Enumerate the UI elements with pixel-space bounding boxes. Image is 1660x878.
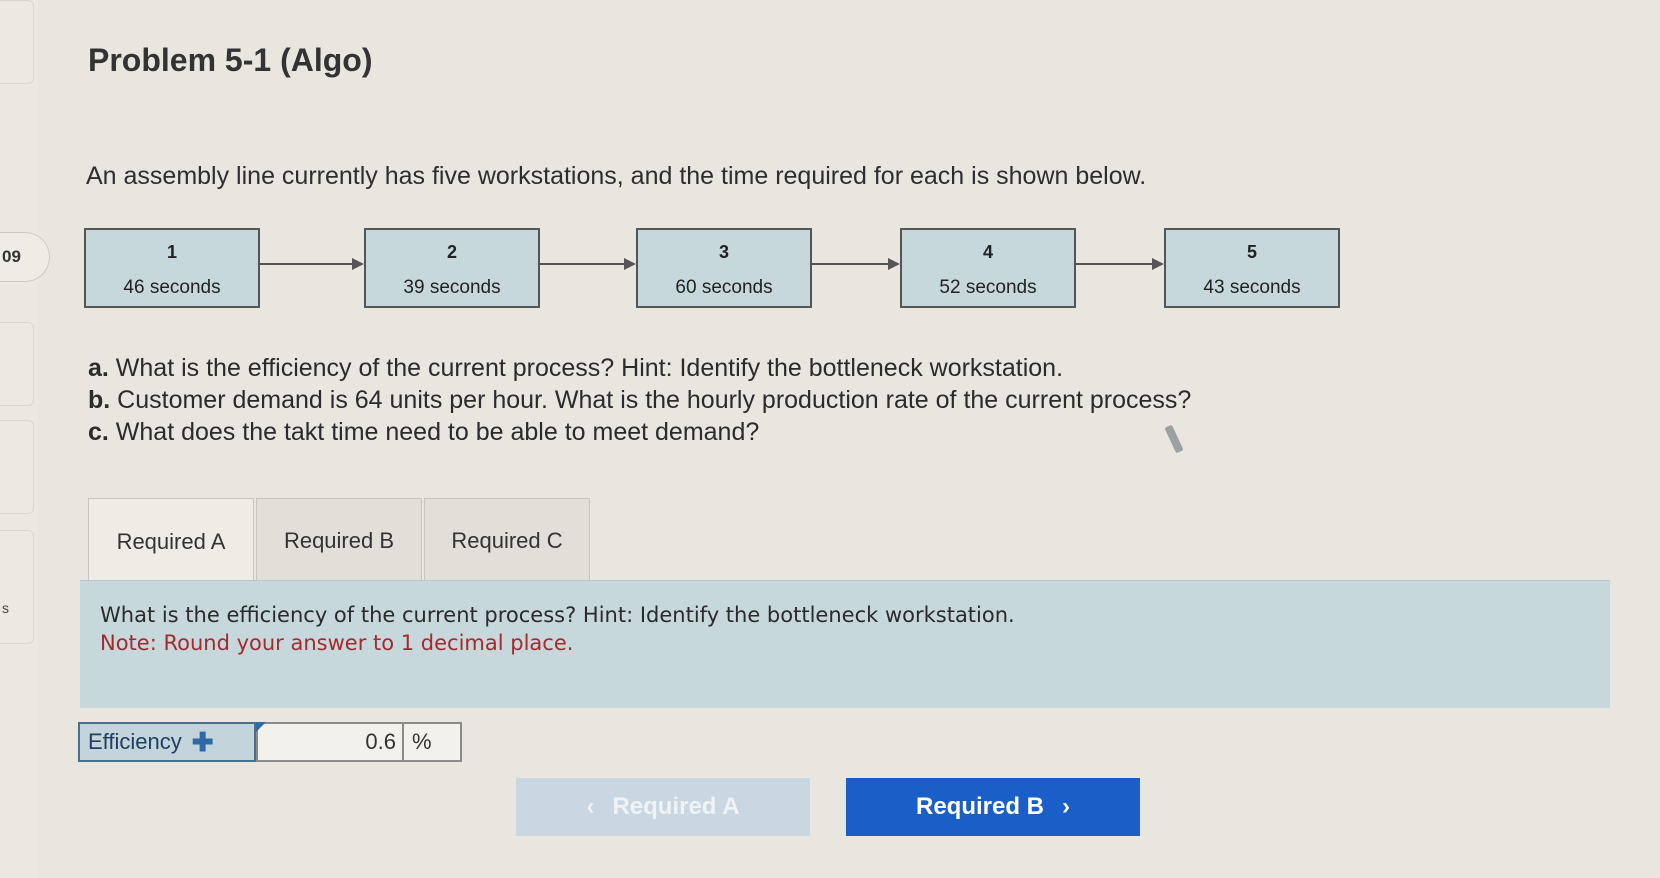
workstation-box: 3 60 seconds xyxy=(636,228,812,308)
rail-tile xyxy=(0,530,34,644)
workstation-box: 2 39 seconds xyxy=(364,228,540,308)
workstation-box: 1 46 seconds xyxy=(84,228,260,308)
tab-required-c[interactable]: Required C xyxy=(424,498,590,582)
question-a-prefix: a. xyxy=(88,354,109,382)
tab-required-a[interactable]: Required A xyxy=(88,498,254,584)
chevron-right-icon: › xyxy=(1062,793,1070,820)
question-b-prefix: b. xyxy=(88,386,111,414)
flow-arrow xyxy=(1076,258,1164,270)
question-a: a. What is the efficiency of the current… xyxy=(88,352,1191,384)
efficiency-label: Efficiency ✚ xyxy=(78,722,256,762)
problem-intro: An assembly line currently has five work… xyxy=(86,162,1147,190)
question-c: c. What does the takt time need to be ab… xyxy=(88,416,1191,448)
workstation-number: 1 xyxy=(166,242,177,262)
workstation-flow-diagram: 1 46 seconds 2 39 seconds 3 60 seconds 4… xyxy=(84,228,1354,314)
question-number-badge[interactable]: 09 xyxy=(0,232,50,282)
question-b-text: Customer demand is 64 units per hour. Wh… xyxy=(110,386,1192,414)
workstation-time: 60 seconds xyxy=(675,277,773,298)
prev-required-a-button[interactable]: ‹ Required A xyxy=(516,778,810,836)
workstation-time: 39 seconds xyxy=(403,277,501,298)
next-required-b-button[interactable]: Required B › xyxy=(846,778,1140,836)
workstation-time: 52 seconds xyxy=(939,277,1037,298)
rail-tile xyxy=(0,420,34,514)
rail-tile xyxy=(0,0,34,84)
question-a-text: What is the efficiency of the current pr… xyxy=(108,354,1064,382)
next-button-label: Required B xyxy=(915,793,1044,820)
flow-arrow xyxy=(540,258,636,270)
efficiency-input[interactable]: 0.6 xyxy=(256,722,404,762)
efficiency-label-text: Efficiency xyxy=(88,729,182,754)
chevron-left-icon: ‹ xyxy=(586,793,595,820)
workstation-number: 5 xyxy=(1246,242,1257,262)
question-b: b. Customer demand is 64 units per hour.… xyxy=(88,384,1191,416)
tab-required-b[interactable]: Required B xyxy=(256,498,422,582)
workstation-time: 43 seconds xyxy=(1203,277,1301,298)
flow-arrow xyxy=(812,258,900,270)
question-c-text: What does the takt time need to be able … xyxy=(108,418,760,446)
workstation-box: 5 43 seconds xyxy=(1164,228,1340,308)
workstation-number: 3 xyxy=(718,242,729,262)
question-list: a. What is the efficiency of the current… xyxy=(88,352,1191,448)
workstation-time: 46 seconds xyxy=(123,277,221,298)
rail-tile xyxy=(0,322,34,406)
prompt-note: Note: Round your answer to 1 decimal pla… xyxy=(100,631,574,655)
prev-button-label: Required A xyxy=(612,793,740,820)
plus-icon[interactable]: ✚ xyxy=(192,729,214,755)
flow-arrow xyxy=(260,258,364,270)
percent-unit: % xyxy=(404,722,462,762)
workstation-number: 4 xyxy=(982,242,993,262)
page-title: Problem 5-1 (Algo) xyxy=(88,42,373,78)
workstation-box: 4 52 seconds xyxy=(900,228,1076,308)
prompt-question: What is the efficiency of the current pr… xyxy=(100,603,1015,627)
workstation-number: 2 xyxy=(446,242,457,262)
left-rail xyxy=(0,0,38,878)
prompt-panel: What is the efficiency of the current pr… xyxy=(80,580,1610,708)
question-c-prefix: c. xyxy=(88,418,109,446)
rail-letter: s xyxy=(2,600,9,616)
